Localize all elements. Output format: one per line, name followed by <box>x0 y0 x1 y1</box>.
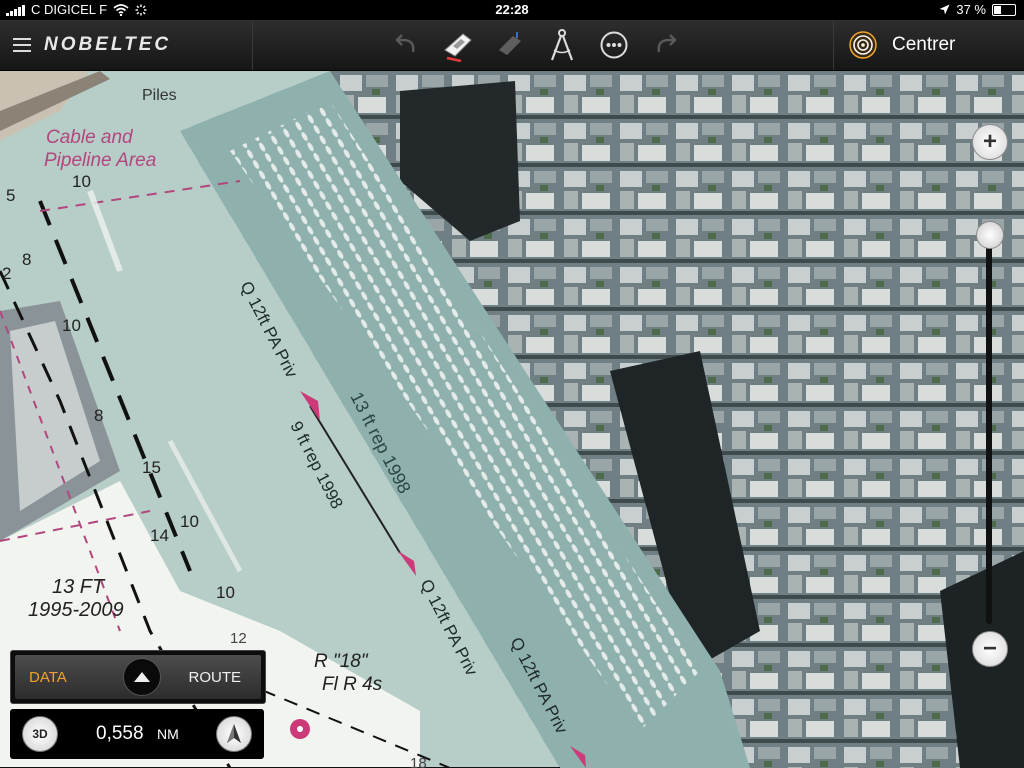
boat-icon <box>444 33 472 62</box>
target-icon <box>848 30 878 60</box>
status-bar: C DIGICEL F 22:28 37 % <box>0 0 1024 20</box>
zoom-control: + − <box>970 124 1010 684</box>
view-3d-button[interactable]: 3D <box>22 716 58 752</box>
measure-button[interactable] <box>536 20 588 70</box>
menu-button[interactable] <box>0 20 44 70</box>
zoom-out-button[interactable]: − <box>972 631 1008 667</box>
zoom-in-button[interactable]: + <box>972 124 1008 160</box>
red-buoy-center <box>297 726 303 732</box>
label-buoy-name: R "18" <box>314 651 369 672</box>
battery-label: 37 % <box>956 2 986 17</box>
menu-icon <box>13 38 31 52</box>
redo-button[interactable] <box>640 20 692 70</box>
label-years: 1995-2009 <box>28 599 124 621</box>
sounding: 18 <box>410 755 427 768</box>
label-cable-area: Cable and <box>46 127 134 148</box>
zoom-track[interactable] <box>986 224 992 624</box>
chevron-up-icon <box>134 672 150 682</box>
sounding: 8 <box>94 406 103 425</box>
switcher-bar: DATA ROUTE <box>15 655 261 699</box>
sounding: 15 <box>142 458 161 477</box>
compass-arrow-icon <box>227 724 241 743</box>
sounding: 12 <box>230 630 247 647</box>
boat-tracking-button[interactable] <box>432 20 484 70</box>
data-route-switcher: DATA ROUTE <box>10 650 266 704</box>
location-arrow-icon <box>939 4 950 15</box>
sounding: 10 <box>72 172 91 191</box>
panel-toggle-button[interactable] <box>123 658 161 696</box>
brand-area: NOBELTEC <box>0 20 253 70</box>
label-depth-ft: 13 FT <box>52 576 106 598</box>
toolbar-tools <box>380 20 692 70</box>
north-up-button[interactable] <box>216 716 252 752</box>
sounding: 5 <box>6 186 15 205</box>
label-cable-area: Pipeline Area <box>44 150 156 171</box>
center-button[interactable]: Centrer <box>833 20 1024 70</box>
sounding: 8 <box>22 250 31 269</box>
clock: 22:28 <box>495 2 529 17</box>
app-logo: NOBELTEC <box>44 34 172 55</box>
app-toolbar: NOBELTEC Centrer <box>0 20 1024 71</box>
label-buoy-light: Fl R 4s <box>322 674 383 695</box>
tab-route[interactable]: ROUTE <box>189 669 242 686</box>
tab-data[interactable]: DATA <box>29 669 67 686</box>
battery-icon <box>992 3 1016 16</box>
sounding: 10 <box>180 512 199 531</box>
sounding: 10 <box>62 316 81 335</box>
status-right: 37 % <box>939 2 1016 17</box>
more-icon <box>600 31 628 59</box>
label-piles: Piles <box>142 87 177 104</box>
zoom-slider-handle[interactable] <box>976 221 1004 249</box>
distance-panel: 3D 0,558 NM <box>10 709 264 759</box>
center-label: Centrer <box>892 34 956 55</box>
sounding: 14 <box>150 526 169 545</box>
sounding: 10 <box>216 583 235 602</box>
sounding: 2 <box>2 264 11 283</box>
distance-value: 0,558 <box>96 723 144 744</box>
compass-divider-icon <box>550 29 574 61</box>
redo-icon <box>657 34 677 53</box>
distance-unit: NM <box>157 726 179 742</box>
undo-button[interactable] <box>380 20 432 70</box>
boat-track-button[interactable] <box>484 20 536 70</box>
undo-icon <box>395 34 415 53</box>
boat-track-icon <box>499 32 521 55</box>
more-button[interactable] <box>588 20 640 70</box>
